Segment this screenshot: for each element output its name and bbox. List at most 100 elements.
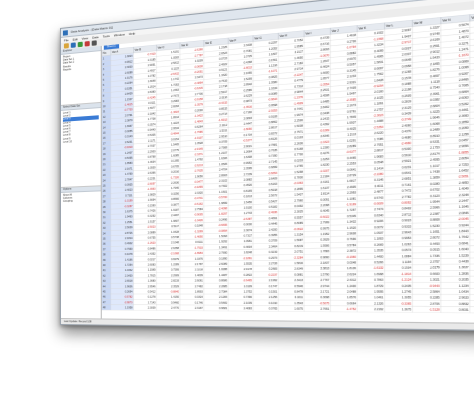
cell-value: 0.9953 [402, 237, 412, 241]
settings-icon[interactable] [91, 40, 97, 46]
cell-value: 1.9683 [374, 155, 384, 159]
grid-cell[interactable] [470, 215, 474, 222]
cell-value: 0.9860 [320, 256, 330, 259]
grid-cell[interactable] [470, 196, 474, 203]
cell-value: 0.2000 [195, 109, 204, 113]
cell-value: 2.2447 [459, 199, 470, 203]
cell-value: 1.2664 [244, 150, 253, 154]
cell-value: 1.1646 [459, 205, 470, 209]
menu-item-file[interactable]: File [64, 38, 69, 42]
cell-value: 0.2714 [219, 113, 228, 117]
cell-value: 2.9534 [171, 127, 180, 131]
cell-value: 1.8729 [374, 285, 384, 288]
menu-item-edit[interactable]: Edit [73, 37, 78, 42]
grid-cell[interactable] [470, 239, 474, 246]
cell-value: 1.1234 [459, 284, 470, 288]
cell-value: 1.0428 [171, 230, 180, 233]
cell-value: 2.1753 [430, 146, 440, 150]
cell-value: 0.7863 [374, 279, 384, 282]
grid-cell[interactable] [470, 270, 474, 276]
cell-value: 2.1797 [195, 263, 204, 266]
grid-cell[interactable] [470, 190, 474, 197]
chart-icon[interactable] [77, 41, 83, 48]
tree-view[interactable]: Project Data Set 1 Data Set 2 Results Report… [60, 51, 101, 106]
grid-cell[interactable] [470, 288, 474, 294]
cell-value: 2.3674 [244, 229, 253, 232]
cell-value: 2.0751 [294, 250, 303, 253]
grid-cell[interactable] [470, 233, 474, 240]
cell-value: -1.3516 [243, 105, 253, 109]
cell-value: 1.4792 [195, 158, 204, 162]
grid-cell[interactable] [470, 245, 474, 252]
grid-cell[interactable] [470, 221, 474, 228]
filter-icon[interactable] [84, 41, 90, 47]
cell-value: -0.3287 [124, 205, 133, 208]
cell-value: 0.2285 [430, 296, 440, 300]
cell-value: -2.8870 [124, 301, 133, 304]
cell-value: 0.4493 [430, 242, 440, 246]
cell-value: -2.6465 [243, 279, 253, 282]
data-set-list[interactable]: Level 1 Level 2 Level 3 Level 4 Level 5 Level… [60, 108, 101, 188]
grid-cell[interactable] [470, 178, 474, 185]
cell-value: 2.3167 [195, 307, 204, 310]
cell-value: 0.2509 [402, 94, 412, 98]
list-item[interactable]: Grouping [63, 199, 99, 204]
grid-cell[interactable] [470, 227, 474, 234]
cell-value: 1.3055 [402, 296, 412, 299]
grid-cell[interactable] [470, 209, 474, 216]
options-list[interactable]: Show All Columns Grouping [60, 191, 101, 320]
menu-item-data[interactable]: Data [92, 35, 98, 40]
menu-item-view[interactable]: View [82, 36, 88, 41]
cell-value: 0.9244 [459, 224, 470, 228]
app-icon [62, 29, 68, 36]
grid-cell[interactable] [470, 276, 474, 282]
cell-value: 1.9187 [171, 209, 180, 212]
cell-value: 2.6089 [219, 263, 228, 266]
cell-value: 2.1283 [219, 296, 228, 299]
cell-value: 1.2745 [402, 290, 412, 293]
grid-cell[interactable] [470, 301, 474, 307]
grid-cell[interactable] [470, 172, 474, 179]
menu-item-help[interactable]: Help [129, 31, 135, 36]
cell-value: 0.0154 [171, 138, 180, 142]
open-icon[interactable] [63, 43, 69, 49]
grid-cell[interactable] [470, 307, 474, 313]
cell-value: 2.8054 [459, 157, 470, 161]
grid-cell[interactable] [470, 295, 474, 301]
grid-cell[interactable] [470, 282, 474, 288]
cell-value: -1.4843 [194, 120, 204, 124]
save-icon[interactable] [70, 42, 76, 48]
cell-value: 1.9829 [148, 193, 156, 196]
cell-value: 1.5093 [219, 235, 228, 238]
cell-value: 0.3123 [430, 194, 440, 198]
grid-cell[interactable] [470, 258, 474, 264]
cell-value: 1.4166 [125, 258, 133, 261]
cell-value: 2.8706 [430, 302, 440, 306]
grid-cell[interactable] [470, 203, 474, 210]
cell-value: 2.2636 [171, 181, 180, 185]
cell-value: -1.6913 [218, 118, 228, 122]
cell-value: 1.5427 [294, 193, 303, 197]
cell-value: 1.0342 [125, 269, 133, 272]
cell-value: -2.0045 [458, 218, 470, 222]
grid-cell[interactable] [470, 264, 474, 270]
cell-value: 1.1118 [431, 80, 441, 84]
cell-value: 1.5906 [320, 244, 330, 248]
cell-value: 1.9595 [374, 290, 384, 293]
cell-value: 2.7084 [219, 290, 228, 293]
cell-value: 0.0055 [125, 130, 133, 134]
data-grid[interactable]: No. Var A Var B Var C Var D Var E Var F Var G Va… [101, 0, 474, 326]
cell-value: 2.7767 [320, 279, 330, 282]
grid-cell[interactable] [470, 184, 474, 191]
cell-value: 0.3256 [171, 192, 180, 195]
cell-value: 2.7037 [148, 145, 156, 149]
cell-value: 1.4634 [148, 161, 156, 165]
column-header-label: Var J [332, 28, 340, 33]
cell-value: 2.3879 [125, 119, 133, 123]
cell-value: 0.9873 [244, 100, 253, 104]
grid-cell[interactable] [470, 252, 474, 258]
cell-value: 1.7815 [148, 274, 156, 277]
cell-value: -0.9844 [268, 98, 278, 102]
cell-value: 1.7053 [171, 83, 180, 87]
menu-item-tools[interactable]: Tools [103, 33, 110, 38]
